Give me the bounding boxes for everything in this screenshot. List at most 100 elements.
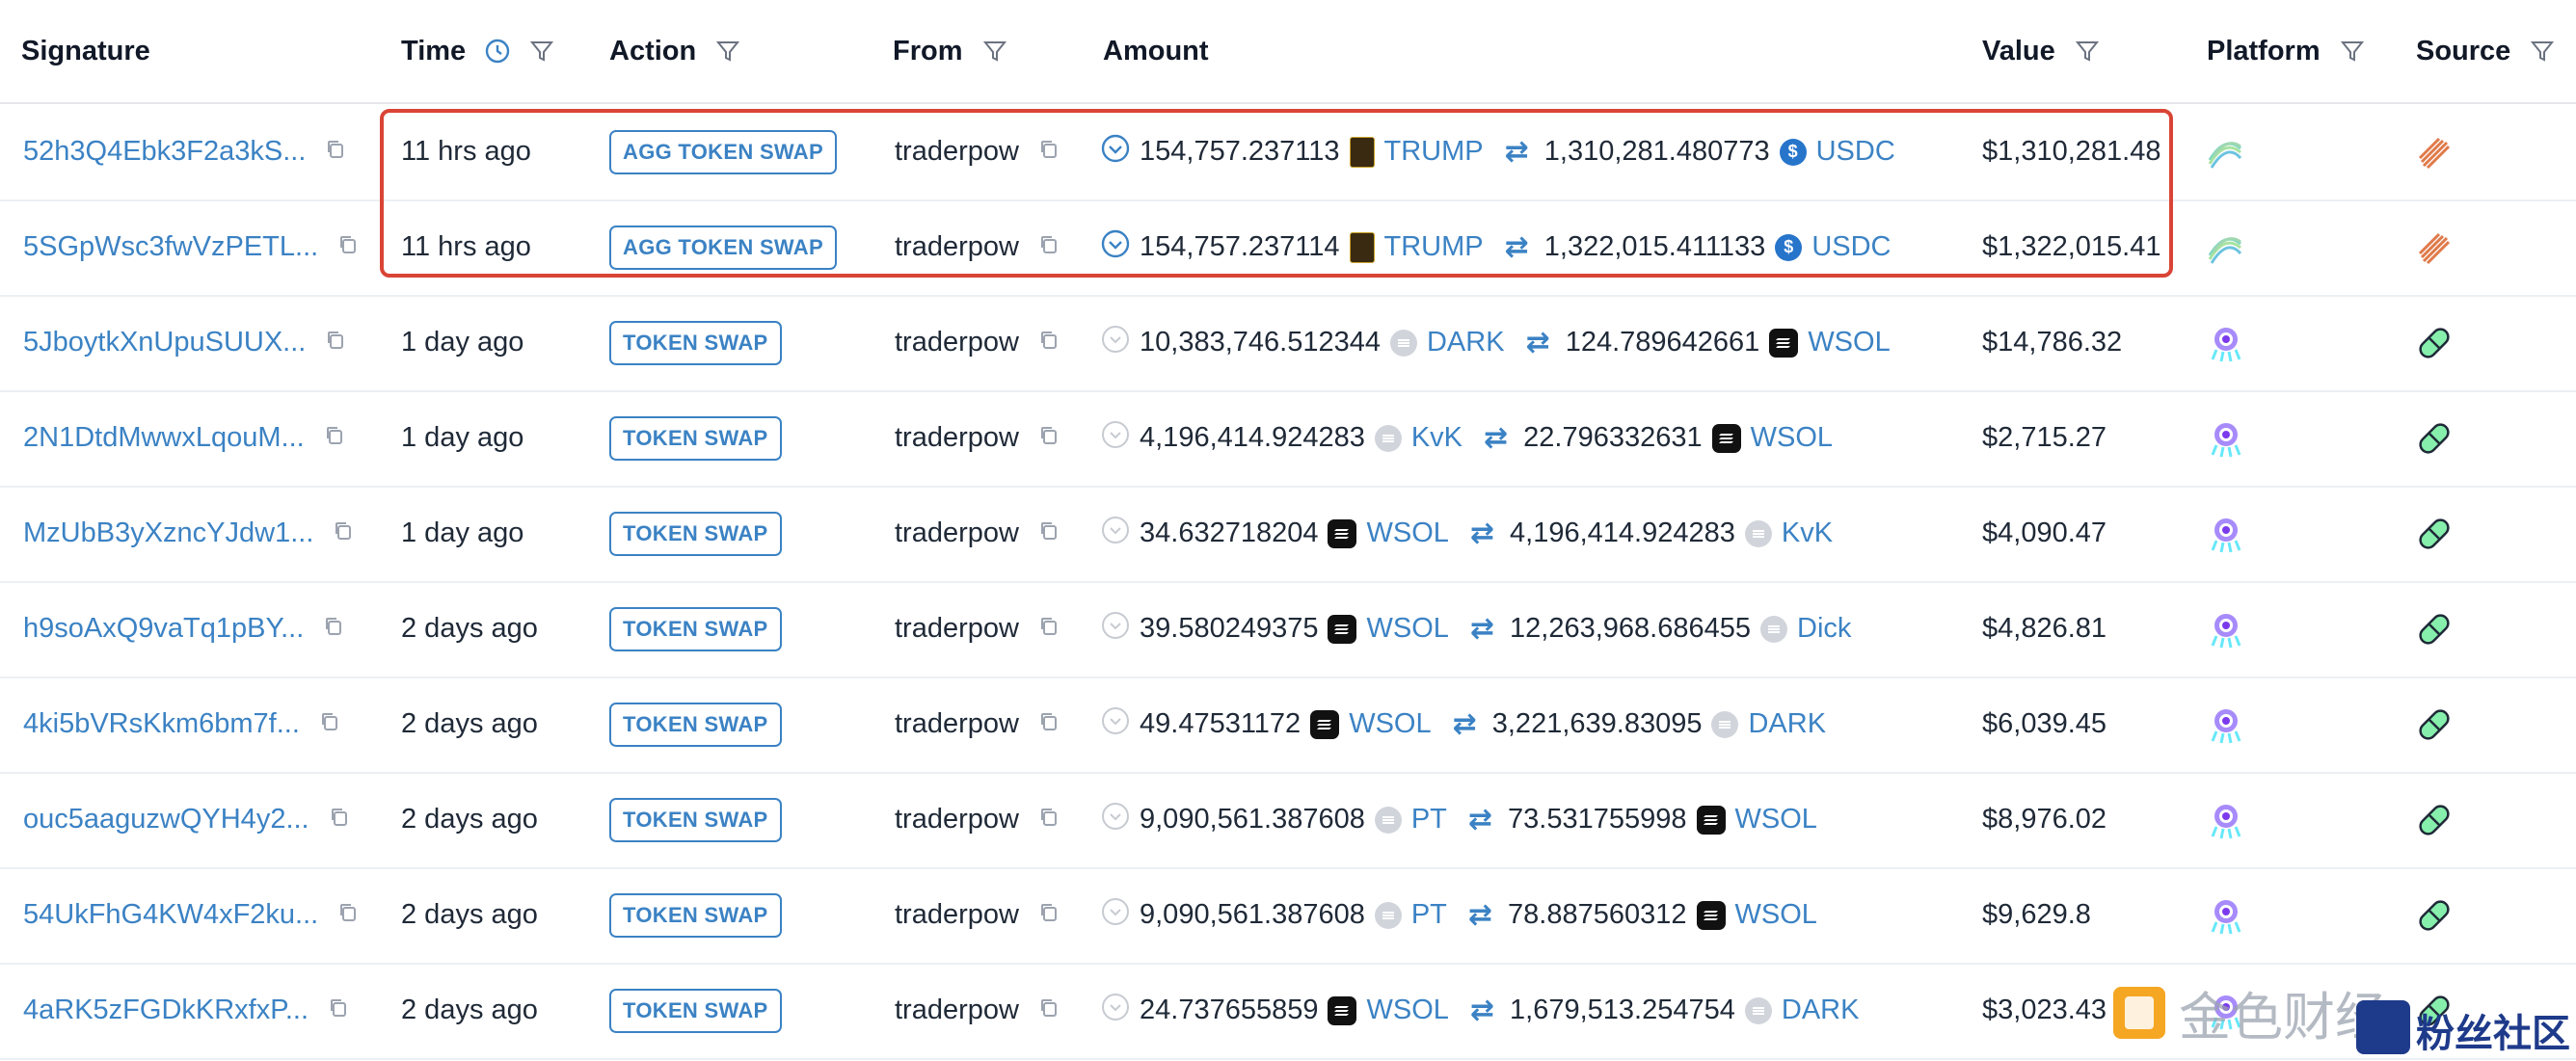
platform-icon[interactable]	[2204, 199, 2246, 295]
source-icon[interactable]	[2414, 867, 2455, 963]
signature-link[interactable]: 5JboytkXnUpuSUUX...	[23, 327, 306, 358]
copy-icon[interactable]	[1038, 708, 1060, 740]
expand-chevron-icon[interactable]	[1101, 897, 1130, 934]
in-token-symbol[interactable]: KvK	[1411, 422, 1462, 454]
copy-icon[interactable]	[325, 136, 346, 168]
source-icon[interactable]	[2414, 390, 2455, 486]
platform-icon[interactable]	[2204, 676, 2248, 772]
signature-link[interactable]: 4aRK5zFGDkKRxfxP...	[23, 995, 309, 1026]
copy-icon[interactable]	[329, 804, 350, 836]
filter-icon[interactable]	[2075, 39, 2100, 64]
source-icon[interactable]	[2414, 486, 2455, 581]
filter-icon[interactable]	[2530, 39, 2555, 64]
in-token-symbol[interactable]: WSOL	[1366, 613, 1448, 645]
filter-icon[interactable]	[982, 39, 1007, 64]
expand-chevron-icon[interactable]	[1101, 420, 1130, 457]
clock-icon[interactable]	[485, 39, 510, 64]
copy-icon[interactable]	[333, 517, 354, 549]
filter-icon[interactable]	[529, 39, 554, 64]
platform-icon[interactable]	[2204, 867, 2248, 963]
signature-link[interactable]: MzUbB3yXzncYJdw1...	[23, 517, 313, 549]
table-row[interactable]: MzUbB3yXzncYJdw1... 1 day ago TOKEN SWAP tr…	[0, 486, 2576, 583]
signature-link[interactable]: ouc5aaguzwQYH4y2...	[23, 804, 309, 836]
action-badge[interactable]: TOKEN SWAP	[609, 797, 782, 842]
expand-chevron-icon[interactable]	[1101, 802, 1130, 838]
copy-icon[interactable]	[328, 995, 349, 1026]
out-token-symbol[interactable]: DARK	[1748, 708, 1826, 740]
from-link[interactable]: traderpow	[895, 804, 1019, 836]
table-row[interactable]: 54UkFhG4KW4xF2ku... 2 days ago TOKEN SWAP t…	[0, 867, 2576, 965]
signature-link[interactable]: 5SGpWsc3fwVzPETL...	[23, 231, 318, 263]
source-icon[interactable]	[2414, 295, 2455, 390]
copy-icon[interactable]	[337, 231, 359, 263]
copy-icon[interactable]	[1038, 517, 1060, 549]
table-row[interactable]: 2N1DtdMwwxLqouM... 1 day ago TOKEN SWAP tra…	[0, 390, 2576, 488]
copy-icon[interactable]	[337, 899, 359, 931]
table-row[interactable]: ouc5aaguzwQYH4y2... 2 days ago TOKEN SWAP t…	[0, 772, 2576, 869]
action-badge[interactable]: AGG TOKEN SWAP	[609, 225, 837, 270]
from-link[interactable]: traderpow	[895, 708, 1019, 740]
action-badge[interactable]: TOKEN SWAP	[609, 988, 782, 1033]
from-link[interactable]: traderpow	[895, 613, 1019, 645]
signature-link[interactable]: 54UkFhG4KW4xF2ku...	[23, 899, 318, 931]
expand-chevron-icon[interactable]	[1101, 134, 1130, 171]
out-token-symbol[interactable]: WSOL	[1808, 327, 1890, 358]
table-row[interactable]: 4ki5bVRsKkm6bm7f... 2 days ago TOKEN SWAP t…	[0, 676, 2576, 774]
out-token-symbol[interactable]: Dick	[1797, 613, 1851, 645]
source-icon[interactable]	[2414, 581, 2455, 676]
platform-icon[interactable]	[2204, 104, 2246, 199]
filter-icon[interactable]	[715, 39, 740, 64]
platform-icon[interactable]	[2204, 486, 2248, 581]
action-badge[interactable]: TOKEN SWAP	[609, 511, 782, 556]
in-token-symbol[interactable]: TRUMP	[1384, 231, 1484, 263]
table-row[interactable]: 52h3Q4Ebk3F2a3kS... 11 hrs ago AGG TOKEN S…	[0, 104, 2576, 201]
copy-icon[interactable]	[1038, 899, 1060, 931]
copy-icon[interactable]	[324, 422, 345, 454]
in-token-symbol[interactable]: TRUMP	[1384, 136, 1484, 168]
filter-icon[interactable]	[2340, 39, 2365, 64]
signature-link[interactable]: h9soAxQ9vaTq1pBY...	[23, 613, 304, 645]
source-icon[interactable]	[2414, 676, 2455, 772]
signature-link[interactable]: 52h3Q4Ebk3F2a3kS...	[23, 136, 306, 168]
copy-icon[interactable]	[1038, 613, 1060, 645]
in-token-symbol[interactable]: WSOL	[1349, 708, 1431, 740]
in-token-symbol[interactable]: DARK	[1427, 327, 1505, 358]
platform-icon[interactable]	[2204, 581, 2248, 676]
expand-chevron-icon[interactable]	[1101, 516, 1130, 552]
copy-icon[interactable]	[1038, 804, 1060, 836]
from-link[interactable]: traderpow	[895, 422, 1019, 454]
out-token-symbol[interactable]: WSOL	[1751, 422, 1833, 454]
source-icon[interactable]	[2414, 199, 2453, 295]
from-link[interactable]: traderpow	[895, 231, 1019, 263]
action-badge[interactable]: TOKEN SWAP	[609, 320, 782, 365]
from-link[interactable]: traderpow	[895, 136, 1019, 168]
out-token-symbol[interactable]: DARK	[1782, 995, 1860, 1026]
in-token-symbol[interactable]: PT	[1411, 804, 1447, 836]
copy-icon[interactable]	[323, 613, 344, 645]
source-icon[interactable]	[2414, 104, 2453, 199]
from-link[interactable]: traderpow	[895, 899, 1019, 931]
out-token-symbol[interactable]: KvK	[1782, 517, 1833, 549]
action-badge[interactable]: TOKEN SWAP	[609, 606, 782, 651]
expand-chevron-icon[interactable]	[1101, 706, 1130, 743]
copy-icon[interactable]	[1038, 136, 1060, 168]
out-token-symbol[interactable]: USDC	[1811, 231, 1891, 263]
platform-icon[interactable]	[2204, 390, 2248, 486]
platform-icon[interactable]	[2204, 772, 2248, 867]
table-row[interactable]: 5SGpWsc3fwVzPETL... 11 hrs ago AGG TOKEN S…	[0, 199, 2576, 297]
table-row[interactable]: h9soAxQ9vaTq1pBY... 2 days ago TOKEN SWAP t…	[0, 581, 2576, 678]
copy-icon[interactable]	[319, 708, 340, 740]
copy-icon[interactable]	[1038, 422, 1060, 454]
in-token-symbol[interactable]: PT	[1411, 899, 1447, 931]
copy-icon[interactable]	[1038, 995, 1060, 1026]
in-token-symbol[interactable]: WSOL	[1366, 995, 1448, 1026]
out-token-symbol[interactable]: WSOL	[1735, 804, 1817, 836]
expand-chevron-icon[interactable]	[1101, 993, 1130, 1029]
platform-icon[interactable]	[2204, 295, 2248, 390]
from-link[interactable]: traderpow	[895, 995, 1019, 1026]
from-link[interactable]: traderpow	[895, 517, 1019, 549]
out-token-symbol[interactable]: USDC	[1816, 136, 1895, 168]
signature-link[interactable]: 4ki5bVRsKkm6bm7f...	[23, 708, 300, 740]
expand-chevron-icon[interactable]	[1101, 229, 1130, 266]
out-token-symbol[interactable]: WSOL	[1735, 899, 1817, 931]
